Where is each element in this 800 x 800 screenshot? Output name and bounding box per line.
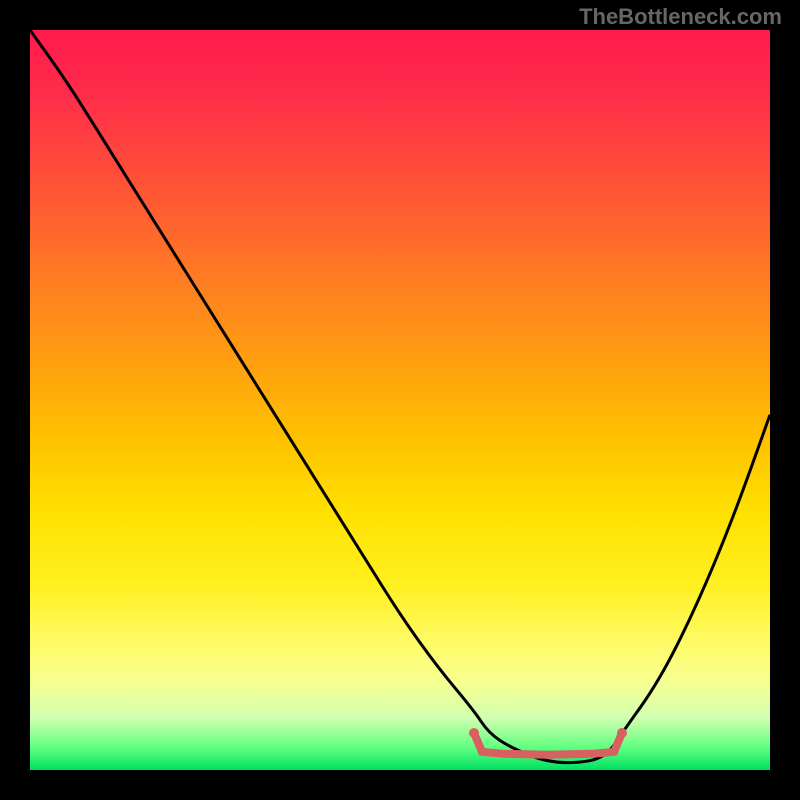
optimal-marker-left-dot — [469, 728, 479, 738]
optimal-marker-right-dot — [617, 728, 627, 738]
plot-area — [30, 30, 770, 770]
bottleneck-curve — [30, 30, 770, 763]
chart-svg — [30, 30, 770, 770]
attribution-text: TheBottleneck.com — [579, 4, 782, 30]
